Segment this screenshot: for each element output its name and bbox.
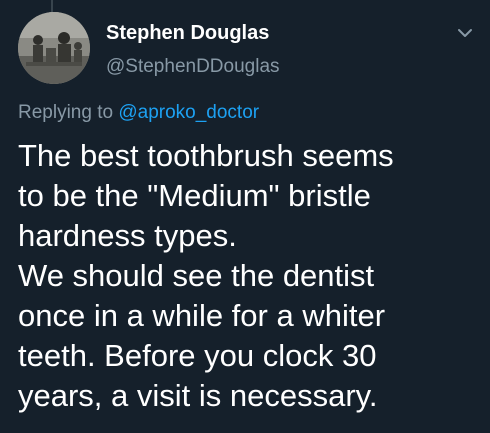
tweet-text-line: The best toothbrush seems xyxy=(18,138,394,173)
tweet-text-line: hardness types. xyxy=(18,218,237,253)
author-display-name[interactable]: Stephen Douglas xyxy=(106,22,269,45)
replying-to-label: Replying to xyxy=(18,102,114,123)
tweet-text-line: teeth. Before you clock 30 xyxy=(18,338,377,373)
tweet-text: The best toothbrush seems to be the "Med… xyxy=(18,136,480,416)
chevron-down-icon[interactable] xyxy=(454,22,476,44)
tweet-text-line: to be the "Medium" bristle xyxy=(18,178,371,213)
tweet-card: Stephen Douglas @StephenDDouglas Replyin… xyxy=(0,0,490,433)
thread-connector-line xyxy=(51,0,53,12)
tweet-text-line: We should see the dentist xyxy=(18,258,375,293)
replying-to-mention-link[interactable]: @aproko_doctor xyxy=(118,102,259,123)
avatar[interactable] xyxy=(18,12,90,84)
author-handle[interactable]: @StephenDDouglas xyxy=(106,56,280,78)
tweet-text-line: once in a while for a whiter xyxy=(18,298,386,333)
replying-to-line: Replying to @aproko_doctor xyxy=(18,102,259,124)
tweet-text-line: years, a visit is necessary. xyxy=(18,378,378,413)
profile-photo-icon xyxy=(18,12,90,84)
